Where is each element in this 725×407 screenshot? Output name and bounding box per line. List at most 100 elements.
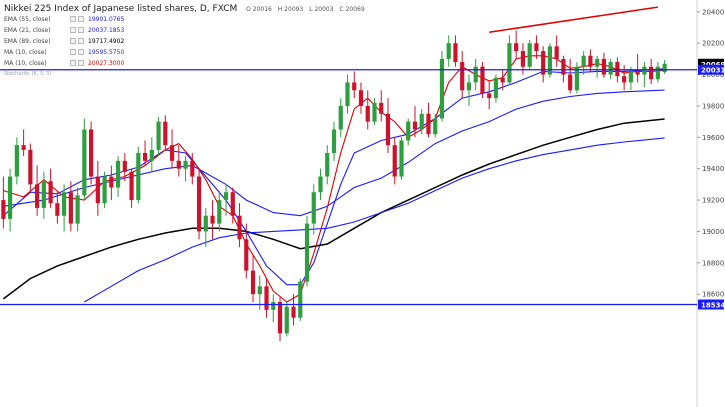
candle-body <box>385 113 391 146</box>
candle-body <box>345 82 350 106</box>
candle-body <box>1 200 6 219</box>
candle-body <box>588 55 593 67</box>
candle-body <box>237 215 242 240</box>
close-icon[interactable] <box>78 60 84 66</box>
legend-name: MA (10, close) <box>4 60 47 67</box>
price-tick-label: 19000 <box>702 228 724 236</box>
settings-icon[interactable] <box>70 60 76 66</box>
legend-value: 19595.5750 <box>88 49 125 56</box>
candle-body <box>68 192 73 224</box>
close-icon[interactable] <box>78 38 84 44</box>
settings-icon[interactable] <box>70 38 76 44</box>
ohlc-readout: O 20016 H 20093 L 20003 C 20069 <box>246 6 369 13</box>
legend-name: EMA (21, close) <box>4 27 51 34</box>
candle-body <box>318 176 323 193</box>
chart-root: 18600 18800 19000 19200 19400 19600 19800 20000… <box>0 0 725 407</box>
candle-body <box>399 140 404 177</box>
candle-body <box>196 176 202 232</box>
candle-body <box>176 160 181 169</box>
candle-body <box>439 58 445 119</box>
candle-body <box>28 149 33 185</box>
close-icon[interactable] <box>78 49 84 55</box>
candle-body <box>561 58 566 75</box>
indicator-legend: EMA (55, close) 19901.0765 EMA (21, clos… <box>2 14 124 79</box>
candle-body <box>412 121 418 130</box>
candle-body <box>426 113 431 135</box>
candle-body <box>649 66 654 80</box>
close-icon[interactable] <box>78 16 84 22</box>
candle-body <box>21 145 26 150</box>
legend-value: 20027.3000 <box>88 60 125 67</box>
legend-name: EMA (89, close) <box>4 38 51 45</box>
candle-body <box>217 200 222 224</box>
price-tick-label: 20400 <box>702 8 724 16</box>
price-tick-label: 20200 <box>702 40 724 48</box>
candle-body <box>446 43 451 59</box>
candle-body <box>271 302 276 310</box>
candle-body <box>129 171 134 201</box>
candle-body <box>547 46 553 75</box>
candle-body <box>622 76 627 83</box>
legend-row-ma10-blue[interactable]: MA (10, close) 19595.5750 <box>2 47 124 58</box>
candle-body <box>122 160 127 172</box>
settings-icon[interactable] <box>70 16 76 22</box>
candle-body <box>453 43 458 63</box>
candle-body <box>149 149 154 161</box>
legend-name: EMA (55, close) <box>4 16 51 23</box>
candle-body <box>466 82 472 91</box>
candle-body <box>392 145 397 177</box>
oscillator-label: Stochastic (8, 3, 3) <box>4 71 52 77</box>
candle-body <box>419 113 424 130</box>
legend-value: 19901.0765 <box>88 16 125 23</box>
legend-row-ema21[interactable]: EMA (21, close) 20037.1853 <box>2 25 124 36</box>
candle-body <box>82 129 87 196</box>
candle-body <box>635 71 640 75</box>
candle-body <box>655 66 660 80</box>
candle-body <box>264 286 269 310</box>
candle-body <box>230 192 235 216</box>
legend-row-ma10-red[interactable]: MA (10, close) 20027.3000 <box>2 58 124 69</box>
settings-icon[interactable] <box>70 49 76 55</box>
candle-body <box>642 66 647 75</box>
legend-value: 20037.1853 <box>88 27 125 34</box>
ohlc-low: L 20003 <box>309 6 334 13</box>
candle-body <box>514 43 519 52</box>
legend-row-ema89[interactable]: EMA (89, close) 19717.4902 <box>2 36 124 47</box>
candle-body <box>35 184 40 208</box>
ohlc-close: C 20069 <box>339 6 365 13</box>
legend-row-ema55[interactable]: EMA (55, close) 19901.0765 <box>2 14 124 25</box>
price-tick-label: 19400 <box>702 165 724 173</box>
candle-body <box>493 77 499 99</box>
candle-body <box>500 77 505 83</box>
candle-body <box>473 66 478 83</box>
candle-body <box>291 306 296 318</box>
candle-body <box>608 62 613 75</box>
candle-body <box>615 62 620 77</box>
settings-icon[interactable] <box>70 27 76 33</box>
candle-body <box>48 181 53 204</box>
candle-body <box>163 121 168 146</box>
candle-body <box>520 51 526 67</box>
candle-body <box>480 66 485 94</box>
close-icon[interactable] <box>78 27 84 33</box>
candle-body <box>433 118 438 135</box>
candle-body <box>183 160 188 169</box>
candle-body <box>284 306 289 334</box>
candle-body <box>379 102 384 114</box>
ohlc-open: O 20016 <box>246 6 272 13</box>
candle-body <box>406 121 411 141</box>
candle-body <box>203 215 208 232</box>
candle-body <box>662 63 667 73</box>
candle-body <box>75 195 80 224</box>
candle-body <box>136 153 141 201</box>
candle-body <box>41 181 46 208</box>
price-tick-label: 19600 <box>702 134 724 142</box>
candle-body <box>62 192 67 216</box>
candle-body <box>325 153 330 177</box>
candle-body <box>304 223 310 282</box>
candle-body <box>595 58 600 67</box>
candle-body <box>109 176 114 188</box>
candle-body <box>581 55 586 67</box>
candle-body <box>210 215 215 224</box>
candle-body <box>331 129 337 153</box>
